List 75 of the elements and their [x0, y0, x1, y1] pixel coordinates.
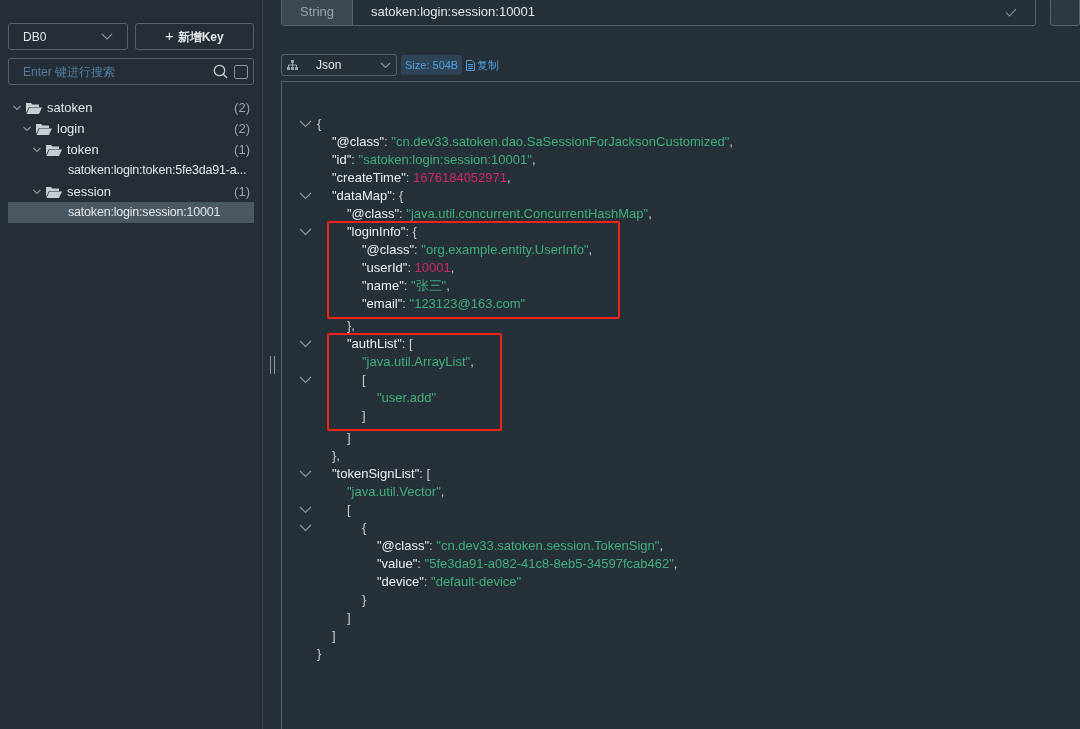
- key-count: (1): [234, 140, 250, 159]
- folder-icon: [36, 122, 52, 135]
- code-line: "@class": "cn.dev33.satoken.session.TokenSign",: [377, 537, 664, 555]
- search-input[interactable]: Enter 键进行搜索: [23, 62, 207, 81]
- resize-handle[interactable]: [269, 355, 275, 374]
- search-field[interactable]: Enter 键进行搜索: [8, 58, 254, 85]
- exact-match-checkbox[interactable]: [234, 64, 248, 79]
- key-count: (1): [234, 182, 250, 201]
- folder-label: session: [67, 182, 113, 201]
- copy-link[interactable]: 复制: [466, 56, 500, 74]
- key-name-field[interactable]: satoken:login:session:10001: [353, 0, 1036, 25]
- code-line: "user.add": [377, 389, 437, 407]
- code-line: {: [362, 519, 367, 537]
- db-select[interactable]: DB0: [8, 23, 128, 50]
- key-count: (2): [234, 98, 250, 117]
- code-line: "createTime": 1676184052971,: [332, 169, 511, 187]
- code-line: "device": "default-device": [377, 573, 522, 591]
- hierarchy-icon: [287, 60, 298, 70]
- format-select[interactable]: Json: [281, 54, 397, 76]
- code-line: "dataMap": {: [332, 187, 404, 205]
- key-label: satoken:login:session:10001: [68, 204, 221, 222]
- code-line: "loginInfo": {: [347, 223, 417, 241]
- check-icon[interactable]: [1005, 7, 1018, 17]
- folder-label: token: [67, 140, 100, 159]
- folder-icon: [26, 101, 42, 114]
- code-line: ]: [362, 407, 366, 425]
- chevron-down-icon[interactable]: [299, 506, 312, 514]
- folder-icon: [46, 143, 62, 156]
- tree-folder[interactable]: login (2): [8, 118, 254, 139]
- code-line: ]: [347, 429, 351, 447]
- code-line: "java.util.ArrayList",: [362, 353, 474, 371]
- chevron-down-icon[interactable]: [299, 470, 312, 478]
- code-line: ]: [332, 627, 336, 645]
- chevron-down-icon[interactable]: [299, 524, 312, 532]
- code-line: "authList": [: [347, 335, 413, 353]
- code-line: "@class": "cn.dev33.satoken.dao.SaSessionForJacksonCustomized",: [332, 133, 733, 151]
- tree-folder[interactable]: satoken (2): [8, 97, 254, 118]
- chevron-down-icon[interactable]: [299, 120, 312, 128]
- folder-label: login: [57, 119, 86, 138]
- code-line: ]: [347, 609, 351, 627]
- code-line: "email": "123123@163.com": [362, 295, 526, 313]
- chevron-down-icon[interactable]: [299, 192, 312, 200]
- code-line: "tokenSignList": [: [332, 465, 431, 483]
- chevron-down-icon: [380, 61, 391, 69]
- tree-folder[interactable]: session (1): [8, 181, 254, 202]
- document-icon: [466, 59, 476, 71]
- chevron-down-icon[interactable]: [299, 376, 312, 384]
- tree-key-item[interactable]: satoken:login:token:5fe3da91-a...: [8, 160, 254, 181]
- new-key-button[interactable]: + 新增Key: [134, 23, 254, 50]
- code-line: "@class": "java.util.concurrent.ConcurrentHashMap",: [347, 205, 652, 223]
- folder-label: satoken: [47, 98, 94, 117]
- code-line: }: [362, 591, 367, 609]
- code-line: "name": "张三",: [362, 277, 450, 295]
- tree-key-item[interactable]: satoken:login:session:10001: [8, 202, 254, 223]
- code-line: },: [332, 447, 340, 465]
- code-line: [: [362, 371, 366, 389]
- search-icon[interactable]: [213, 64, 228, 79]
- code-line: },: [347, 317, 355, 335]
- chevron-down-icon: [100, 32, 113, 41]
- chevron-down-icon[interactable]: [299, 340, 312, 348]
- code-line: [: [347, 501, 351, 519]
- code-line: "java.util.Vector",: [347, 483, 445, 501]
- key-type-label: String: [282, 0, 353, 25]
- code-line: "id": "satoken:login:session:10001",: [332, 151, 536, 169]
- code-line: }: [317, 645, 322, 663]
- folder-icon: [46, 185, 62, 198]
- key-label: satoken:login:token:5fe3da91-a...: [68, 162, 247, 180]
- code-line: "userId": 10001,: [362, 259, 455, 277]
- code-line: "value": "5fe3da91-a082-41c8-8eb5-34597fcab462",: [377, 555, 678, 573]
- key-count: (2): [234, 119, 250, 138]
- chevron-down-icon[interactable]: [299, 228, 312, 236]
- tree-folder[interactable]: token (1): [8, 139, 254, 160]
- code-line: "@class": "org.example.entity.UserInfo",: [362, 241, 593, 259]
- size-badge: Size: 504B: [401, 55, 463, 75]
- code-line: {: [317, 115, 322, 133]
